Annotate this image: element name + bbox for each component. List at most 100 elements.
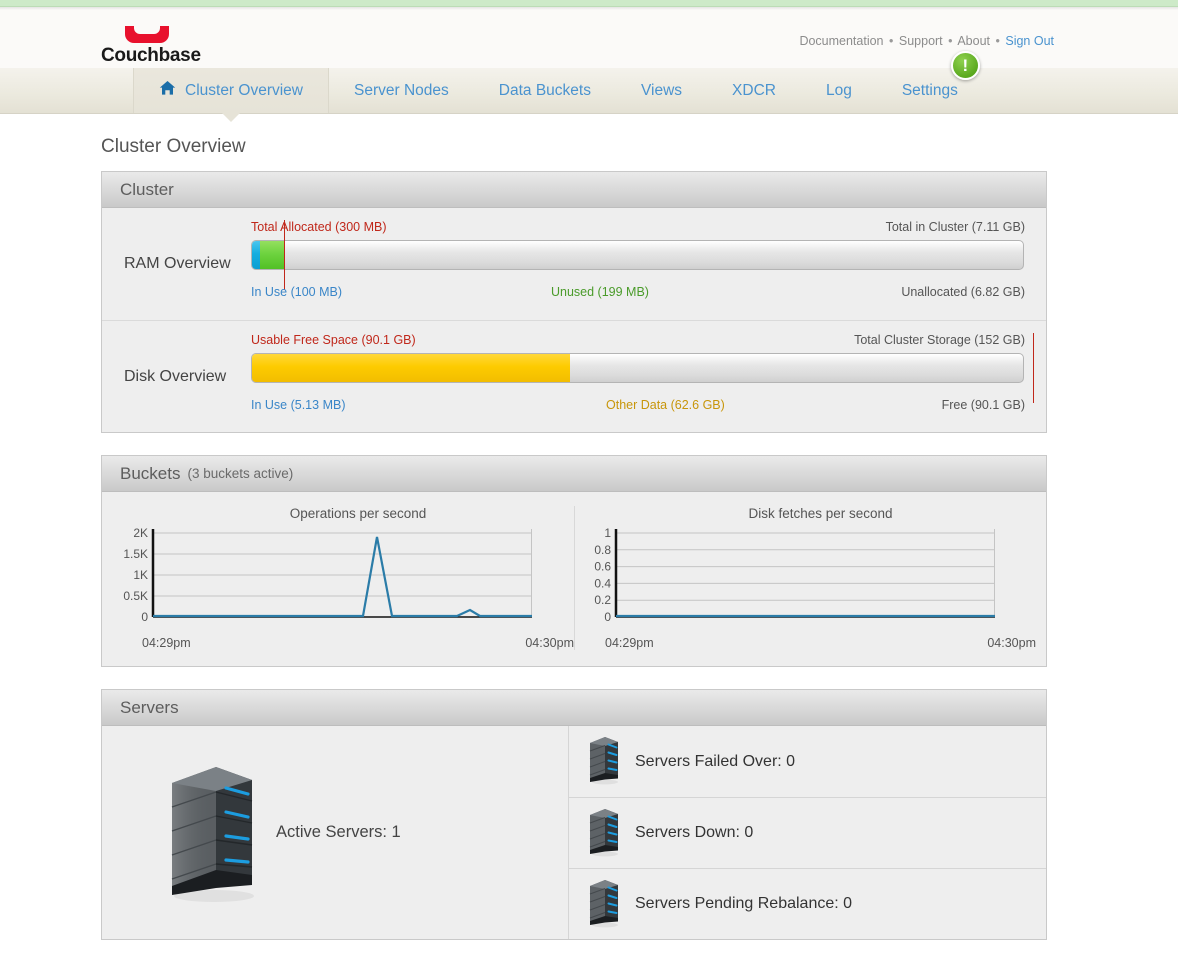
tab-label: Views <box>640 81 683 99</box>
disk-free-label: Free (90.1 GB) <box>941 398 1025 412</box>
tab-server-nodes[interactable]: Server Nodes <box>329 68 474 113</box>
server-tower-icon <box>164 755 260 910</box>
app-header: Couchbase Documentation • Support • Abou… <box>0 10 1178 68</box>
tab-label: Settings <box>901 81 958 99</box>
svg-text:0.5K: 0.5K <box>123 589 148 603</box>
couchbase-logo-icon <box>125 24 169 43</box>
buckets-charts-area: Operations per second 2K 1.5K 1K 0.5K 0 <box>102 492 1046 666</box>
ram-allocated-marker <box>284 220 285 290</box>
server-icon <box>587 876 621 933</box>
tab-log[interactable]: Log <box>801 68 877 113</box>
home-icon <box>159 80 176 101</box>
tab-settings[interactable]: Settings ! <box>877 51 983 113</box>
disk-overview-label: Disk Overview <box>124 367 227 385</box>
sign-out-link[interactable]: Sign Out <box>1005 34 1054 48</box>
support-link[interactable]: Support <box>899 34 943 48</box>
ops-chart-title: Operations per second <box>289 506 427 521</box>
svg-text:0.6: 0.6 <box>594 560 611 574</box>
ram-unused-segment <box>260 241 286 269</box>
ram-overview-label: RAM Overview <box>124 255 231 272</box>
active-servers-label: Active Servers: 1 <box>276 823 401 841</box>
servers-failed-over-label: Servers Failed Over: 0 <box>635 752 796 770</box>
servers-panel-title: Servers <box>120 697 179 717</box>
top-accent-strip <box>0 0 1178 7</box>
disk-fetches-x-axis: 04:29pm 04:30pm <box>575 636 1036 650</box>
server-stats-list: Servers Failed Over: 0 Servers Down: 0 S… <box>569 726 1046 939</box>
ops-chart-plot: 2K 1.5K 1K 0.5K 0 <box>123 526 532 624</box>
disk-fetches-chart[interactable]: Disk fetches per second 1 0.8 0.6 0.4 0.… <box>574 506 1036 650</box>
svg-text:0: 0 <box>141 610 148 624</box>
disk-fetches-chart-title: Disk fetches per second <box>748 506 893 521</box>
page-title: Cluster Overview <box>101 136 246 157</box>
ram-in-use-label: In Use (100 MB) <box>251 285 343 299</box>
servers-panel-body: Active Servers: 1 Servers Failed Over: 0… <box>102 726 1046 939</box>
ram-usage-bar <box>251 240 1024 270</box>
cluster-panel-body: RAM Overview Total Allocated (300 MB) To… <box>102 208 1046 432</box>
disk-usage-bar <box>251 353 1024 383</box>
disk-fetches-x-start: 04:29pm <box>605 636 654 650</box>
svg-text:1.5K: 1.5K <box>123 547 148 561</box>
svg-text:0.4: 0.4 <box>594 576 611 590</box>
disk-in-use-label: In Use (5.13 MB) <box>251 398 346 412</box>
servers-pending-rebalance-row: Servers Pending Rebalance: 0 <box>569 868 1046 939</box>
disk-other-data-segment <box>252 354 570 382</box>
disk-bar-area: Usable Free Space (90.1 GB) Total Cluste… <box>251 321 1034 432</box>
ram-unused-label: Unused (199 MB) <box>551 285 649 299</box>
ram-total-in-cluster-label: Total in Cluster (7.11 GB) <box>885 220 1025 234</box>
cluster-panel-title: Cluster <box>120 179 174 199</box>
ops-chart-x-end: 04:30pm <box>525 636 574 650</box>
alert-badge-icon[interactable]: ! <box>950 51 980 80</box>
ops-per-second-chart[interactable]: Operations per second 2K 1.5K 1K 0.5K 0 <box>112 506 574 650</box>
about-link[interactable]: About <box>957 34 990 48</box>
ops-chart-x-axis: 04:29pm 04:30pm <box>112 636 574 650</box>
link-separator: • <box>995 34 1000 48</box>
tab-label: Data Buckets <box>498 81 591 99</box>
server-icon <box>587 805 621 862</box>
ram-bar-area: Total Allocated (300 MB) Total in Cluste… <box>251 208 1025 320</box>
svg-text:2K: 2K <box>133 526 148 540</box>
nav-tab-list: Cluster Overview Server Nodes Data Bucke… <box>0 51 1178 122</box>
svg-text:1K: 1K <box>133 568 148 582</box>
cluster-panel-header: Cluster <box>102 172 1046 208</box>
disk-usable-free-label: Usable Free Space (90.1 GB) <box>251 333 416 347</box>
tab-data-buckets[interactable]: Data Buckets <box>474 68 616 113</box>
cluster-panel: Cluster RAM Overview Total Allocated (30… <box>101 171 1047 433</box>
svg-text:0: 0 <box>604 610 611 624</box>
page-content: Cluster Overview Cluster RAM Overview To… <box>0 136 1178 940</box>
servers-panel: Servers Active Servers: 1 Servers Failed… <box>101 689 1047 940</box>
header-links: Documentation • Support • About • Sign O… <box>799 34 1054 48</box>
server-icon <box>587 733 621 790</box>
disk-total-storage-label: Total Cluster Storage (152 GB) <box>854 333 1025 347</box>
ram-overview-row: RAM Overview Total Allocated (300 MB) To… <box>102 208 1046 320</box>
disk-fetches-x-end: 04:30pm <box>987 636 1036 650</box>
servers-failed-over-row: Servers Failed Over: 0 <box>569 726 1046 797</box>
disk-other-data-label: Other Data (62.6 GB) <box>606 398 725 412</box>
buckets-panel-subtitle: (3 buckets active) <box>187 466 294 481</box>
servers-down-row: Servers Down: 0 <box>569 797 1046 868</box>
servers-down-label: Servers Down: 0 <box>635 824 754 841</box>
active-servers-block: Active Servers: 1 <box>102 726 569 939</box>
tab-cluster-overview[interactable]: Cluster Overview <box>133 68 329 122</box>
buckets-panel-header: Buckets (3 buckets active) <box>102 456 1046 492</box>
tab-label: Log <box>825 81 852 99</box>
ram-total-allocated-label: Total Allocated (300 MB) <box>251 220 387 234</box>
ram-unallocated-label: Unallocated (6.82 GB) <box>901 285 1025 299</box>
link-separator: • <box>948 34 953 48</box>
svg-text:0.8: 0.8 <box>594 543 611 557</box>
disk-overview-row: Disk Overview Usable Free Space (90.1 GB… <box>102 320 1046 432</box>
ops-chart-x-start: 04:29pm <box>142 636 191 650</box>
main-navigation: Cluster Overview Server Nodes Data Bucke… <box>0 51 1178 122</box>
svg-text:1: 1 <box>604 526 611 540</box>
tab-xdcr[interactable]: XDCR <box>707 68 801 113</box>
tab-label: XDCR <box>732 81 776 99</box>
couchbase-logo[interactable]: Couchbase <box>101 24 301 67</box>
buckets-panel-title: Buckets <box>120 463 181 483</box>
servers-pending-rebalance-label: Servers Pending Rebalance: 0 <box>635 895 853 912</box>
tab-views[interactable]: Views <box>616 68 707 113</box>
link-separator: • <box>889 34 894 48</box>
buckets-panel: Buckets (3 buckets active) Operations pe… <box>101 455 1047 667</box>
disk-fetches-chart-plot: 1 0.8 0.6 0.4 0.2 0 <box>594 526 995 624</box>
documentation-link[interactable]: Documentation <box>799 34 883 48</box>
tab-label: Cluster Overview <box>185 81 303 99</box>
disk-free-marker <box>1033 333 1034 403</box>
